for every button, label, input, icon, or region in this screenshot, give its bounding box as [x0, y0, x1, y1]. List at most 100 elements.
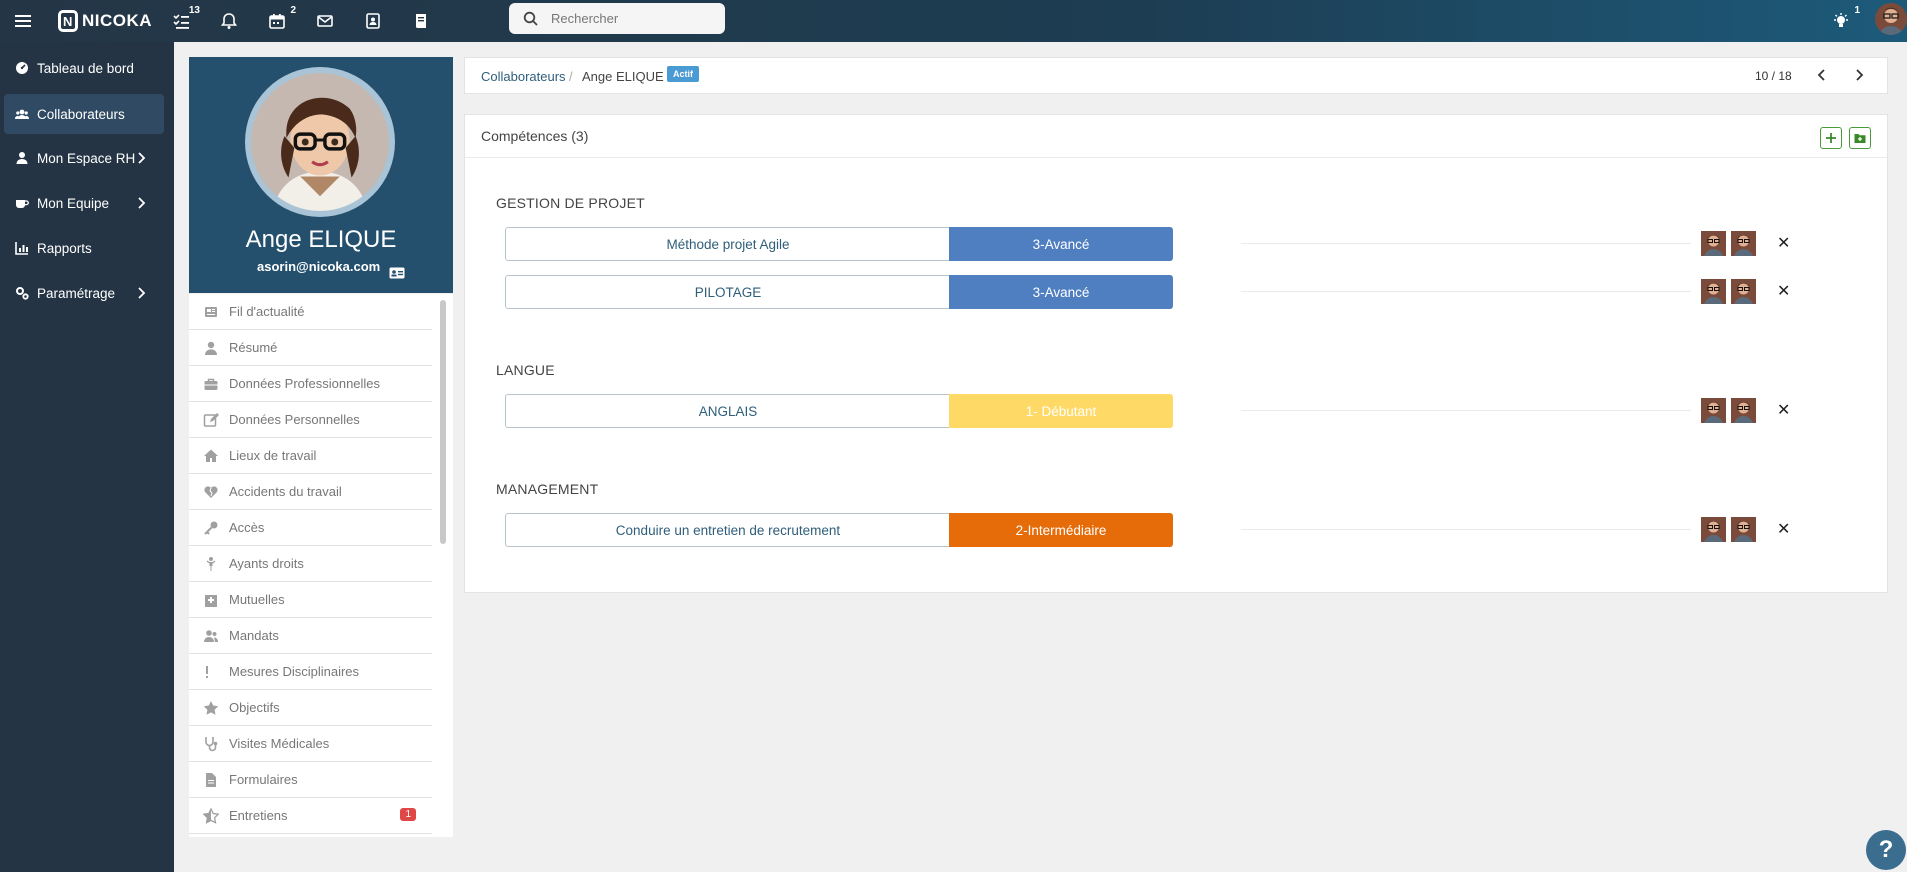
profile-menu-item-ayants-droits[interactable]: Ayants droits — [189, 546, 432, 582]
profile-menu-item-fil-actualite[interactable]: Fil d'actualité — [189, 294, 432, 330]
next-record-icon[interactable] — [1850, 66, 1868, 84]
cogs-icon — [16, 287, 29, 300]
breadcrumb-link-collaborateurs[interactable]: Collaborateurs — [481, 69, 566, 84]
competences-title: Compétences (3) — [481, 128, 589, 144]
competence-row: Conduire un entretien de recrutement 2-I… — [505, 513, 1790, 547]
add-folder-button[interactable] — [1849, 127, 1871, 149]
breadcrumb: Collaborateurs / Ange ELIQUE Actif 10 / … — [464, 57, 1888, 94]
profile-menu-item-objectifs[interactable]: Objectifs — [189, 690, 432, 726]
competence-name[interactable]: ANGLAIS — [505, 394, 951, 428]
validator-avatar[interactable] — [1731, 398, 1756, 423]
profile-menu-item-mutuelles[interactable]: Mutuelles — [189, 582, 432, 618]
validator-avatar[interactable] — [1731, 517, 1756, 542]
profile-menu-item-donnees-professionnelles[interactable]: Données Professionnelles — [189, 366, 432, 402]
notification-badge: 1 — [1854, 5, 1860, 16]
users-icon — [15, 109, 29, 119]
chart-icon — [15, 242, 28, 255]
profile-menu-item-accidents-du-travail[interactable]: Accidents du travail — [189, 474, 432, 510]
breadcrumb-current: Ange ELIQUE — [582, 69, 664, 84]
hamburger-menu-icon[interactable] — [10, 8, 36, 34]
competence-level[interactable]: 3-Avancé — [949, 227, 1173, 261]
profile-menu-scrollbar[interactable] — [440, 300, 446, 544]
profile-menu-item-acces[interactable]: Accès — [189, 510, 432, 546]
hospital-icon — [205, 594, 217, 607]
sidebar-item-mon-equipe[interactable]: Mon Equipe — [4, 183, 164, 223]
profile-menu-label: Accidents du travail — [229, 484, 342, 499]
delete-competence-icon[interactable]: ✕ — [1777, 233, 1790, 253]
search-input[interactable] — [551, 11, 711, 26]
sidebar-item-parametrage[interactable]: Paramétrage — [4, 273, 164, 313]
evaluator-avatar[interactable] — [1701, 517, 1726, 542]
competence-group-title: GESTION DE PROJET — [496, 195, 645, 211]
competence-level[interactable]: 2-Intermédiaire — [949, 513, 1173, 547]
help-button[interactable]: ? — [1866, 830, 1906, 870]
user-group-icon — [204, 629, 218, 642]
profile-menu-label: Données Professionnelles — [229, 376, 381, 391]
calendar-icon[interactable]: 2 — [264, 5, 296, 34]
heart-broken-icon — [204, 485, 218, 498]
competence-level[interactable]: 3-Avancé — [949, 275, 1173, 309]
book-icon[interactable] — [408, 8, 434, 34]
delete-competence-icon[interactable]: ✕ — [1777, 519, 1790, 539]
delete-competence-icon[interactable]: ✕ — [1777, 400, 1790, 420]
star-icon — [203, 700, 219, 715]
sidebar-item-dashboard[interactable]: Tableau de bord — [4, 48, 164, 88]
bell-icon[interactable] — [216, 8, 242, 34]
sidebar: Tableau de bord Collaborateurs Mon Espac… — [0, 42, 174, 872]
competence-divider — [1241, 291, 1691, 292]
plus-icon — [1826, 133, 1836, 143]
evaluator-avatar[interactable] — [1701, 279, 1726, 304]
validator-avatar[interactable] — [1731, 279, 1756, 304]
profile-avatar[interactable] — [245, 67, 395, 217]
profile-menu-item-entretiens[interactable]: Entretiens 1 — [189, 798, 432, 834]
delete-competence-icon[interactable]: ✕ — [1777, 281, 1790, 301]
validator-avatar[interactable] — [1731, 231, 1756, 256]
profile-menu-item-lieux-de-travail[interactable]: Lieux de travail — [189, 438, 432, 474]
evaluator-avatar[interactable] — [1701, 231, 1726, 256]
profile-email: asorin@nicoka.com — [257, 259, 381, 274]
search-box[interactable] — [509, 3, 725, 34]
mail-icon[interactable] — [312, 8, 338, 34]
evaluator-avatar[interactable] — [1701, 398, 1726, 423]
id-card-icon[interactable] — [389, 267, 405, 279]
profile-menu-label: Mutuelles — [229, 592, 285, 607]
user-icon — [205, 341, 217, 355]
add-competence-button[interactable] — [1820, 127, 1842, 149]
competence-level[interactable]: 1- Débutant — [949, 394, 1173, 428]
competence-name[interactable]: PILOTAGE — [505, 275, 951, 309]
lightbulb-icon[interactable]: 1 — [1828, 5, 1860, 34]
competence-name[interactable]: Conduire un entretien de recrutement — [505, 513, 951, 547]
profile-menu-item-mesures-disciplinaires[interactable]: Mesures Disciplinaires — [189, 654, 432, 690]
edit-icon — [203, 412, 219, 427]
profile-menu-item-visites-medicales[interactable]: Visites Médicales — [189, 726, 432, 762]
tasks-icon[interactable]: 13 — [168, 5, 200, 34]
sidebar-item-label: Mon Equipe — [37, 195, 110, 211]
profile-menu: Fil d'actualité Résumé Données Professio… — [189, 294, 453, 837]
profile-menu-label: Mandats — [229, 628, 279, 643]
sidebar-item-mon-espace-rh[interactable]: Mon Espace RH — [4, 138, 164, 178]
competence-row: PILOTAGE 3-Avancé ✕ — [505, 275, 1790, 309]
previous-record-icon[interactable] — [1813, 66, 1831, 84]
app-logo[interactable]: N NICOKA — [58, 9, 152, 33]
sidebar-item-rapports[interactable]: Rapports — [4, 228, 164, 268]
profile-menu-item-resume[interactable]: Résumé — [189, 330, 432, 366]
contacts-book-icon[interactable] — [360, 8, 386, 34]
profile-menu-label: Accès — [229, 520, 265, 535]
profile-photo-icon — [251, 73, 389, 211]
profile-menu-item-donnees-personnelles[interactable]: Données Personnelles — [189, 402, 432, 438]
home-icon — [204, 449, 218, 462]
calendar-badge: 2 — [290, 5, 296, 16]
coffee-icon — [16, 200, 29, 208]
sidebar-item-collaborateurs[interactable]: Collaborateurs — [4, 94, 164, 134]
exclamation-icon — [206, 665, 208, 678]
profile-menu-label: Lieux de travail — [229, 448, 317, 463]
competence-name[interactable]: Méthode projet Agile — [505, 227, 951, 261]
tasks-badge: 13 — [188, 5, 200, 16]
sidebar-item-label: Rapports — [37, 240, 92, 256]
user-avatar[interactable] — [1875, 3, 1907, 35]
profile-menu-item-formulaires[interactable]: Formulaires — [189, 762, 432, 798]
competence-group-title: LANGUE — [496, 362, 555, 378]
profile-menu-item-mandats[interactable]: Mandats — [189, 618, 432, 654]
competence-row: ANGLAIS 1- Débutant ✕ — [505, 394, 1790, 428]
chevron-right-icon — [138, 152, 146, 164]
